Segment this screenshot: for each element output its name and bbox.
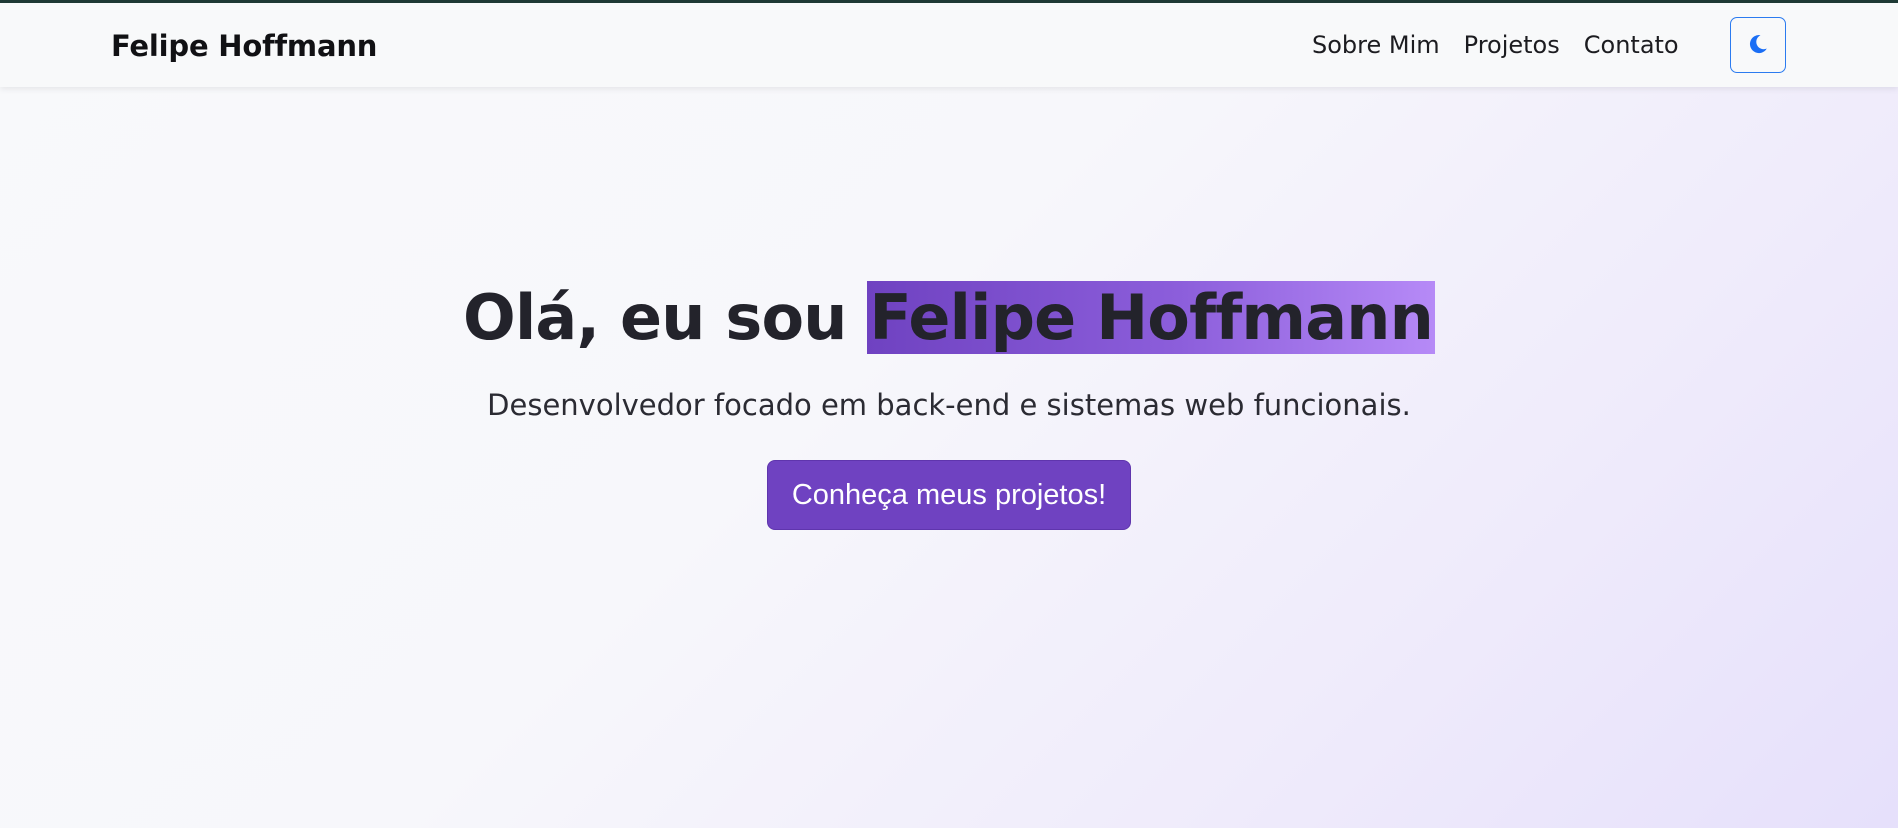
hero-title-highlight: Felipe Hoffmann: [867, 281, 1435, 354]
hero-title: Olá, eu sou Felipe Hoffmann: [463, 270, 1435, 366]
nav-links: Sobre Mim Projetos Contato: [1312, 31, 1679, 59]
hero-subtitle: Desenvolvedor focado em back-end e siste…: [487, 388, 1411, 422]
brand-logo[interactable]: Felipe Hoffmann: [111, 29, 377, 63]
nav-link-projetos[interactable]: Projetos: [1464, 31, 1560, 59]
moon-icon: [1747, 33, 1769, 58]
nav-link-contato[interactable]: Contato: [1584, 31, 1679, 59]
hero-section: Olá, eu sou Felipe Hoffmann Desenvolvedo…: [0, 270, 1898, 530]
hero-title-prefix: Olá, eu sou: [463, 281, 868, 354]
navbar: Felipe Hoffmann Sobre Mim Projetos Conta…: [0, 3, 1898, 87]
theme-toggle-button[interactable]: [1730, 17, 1786, 73]
nav-link-sobre-mim[interactable]: Sobre Mim: [1312, 31, 1440, 59]
view-projects-button[interactable]: Conheça meus projetos!: [766, 460, 1132, 530]
